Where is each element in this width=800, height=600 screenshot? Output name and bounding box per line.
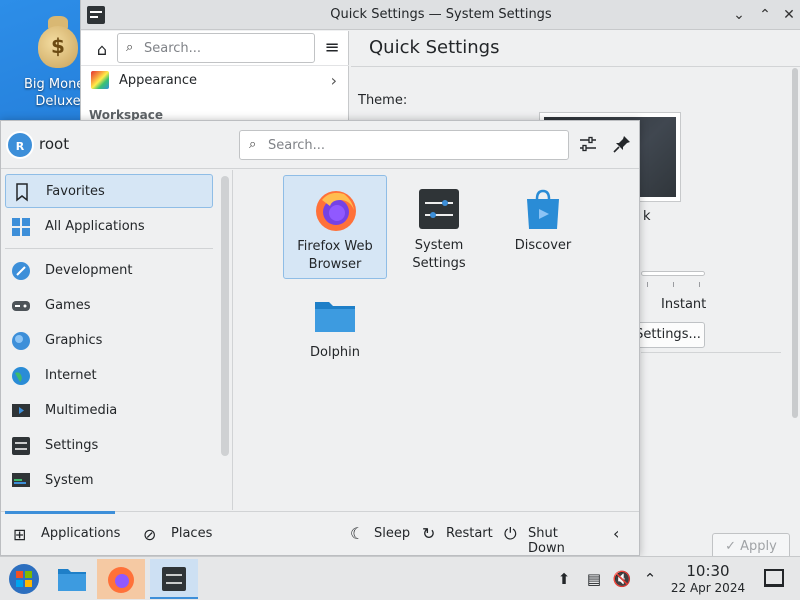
restart-button[interactable]: ↻ Restart (422, 512, 493, 556)
app-discover[interactable]: Discover (491, 175, 595, 279)
clock-time[interactable]: 10:30 (668, 562, 748, 580)
category-development[interactable]: Development (5, 254, 213, 288)
dolphin-folder-icon (315, 302, 355, 332)
taskbar-system-settings[interactable] (150, 559, 198, 599)
category-settings[interactable]: Settings (5, 429, 213, 463)
category-scrollbar[interactable] (221, 176, 229, 456)
chevron-left-circle-icon: ‹ (613, 524, 620, 543)
app-firefox[interactable]: Firefox Web Browser (283, 175, 387, 279)
settings-button[interactable]: Settings... (631, 322, 705, 348)
launcher-header: R root ⌕ (1, 121, 639, 169)
theme-name-label: k (643, 209, 651, 224)
bookmark-icon (16, 183, 28, 202)
more-options-button[interactable]: ‹ (613, 512, 633, 556)
sidebar-item-appearance[interactable]: Appearance › (81, 65, 349, 95)
app-system-settings[interactable]: System Settings (387, 175, 491, 279)
launcher-footer: ⊞ Applications ⊘ Places ☾ Sleep ↻ Restar… (1, 511, 639, 556)
discover-icon (527, 189, 559, 229)
start-orb-icon (9, 564, 39, 594)
system-icon (12, 473, 30, 487)
launcher-search-field[interactable]: ⌕ (239, 130, 569, 160)
taskbar: ⬆ ▤ 🔇 ⌃ 10:30 22 Apr 2024 (0, 556, 800, 600)
grid-icon (12, 218, 30, 236)
compass-icon: ⊘ (143, 525, 157, 544)
appearance-icon (91, 71, 109, 89)
search-icon: ⌕ (249, 137, 257, 152)
category-internet[interactable]: Internet (5, 359, 213, 393)
theme-label: Theme: (358, 93, 408, 108)
taskbar-firefox[interactable] (97, 559, 145, 599)
taskbar-dolphin[interactable] (48, 559, 96, 599)
globe-icon (12, 367, 30, 385)
clipboard-icon[interactable]: ▤ (584, 569, 604, 589)
settings-scrollbar[interactable] (789, 68, 800, 528)
maximize-icon[interactable]: ⌃ (755, 5, 775, 25)
updates-icon[interactable]: ⬆ (554, 569, 574, 589)
development-icon (12, 262, 30, 280)
application-launcher: R root ⌕ Favorites All Applications (0, 120, 640, 556)
system-settings-icon (162, 567, 186, 591)
pin-icon[interactable] (611, 133, 633, 155)
animation-speed-instant-label: Instant (661, 297, 707, 312)
folder-icon (58, 569, 86, 591)
volume-muted-icon[interactable]: 🔇 (612, 569, 632, 589)
favorites-grid: Firefox Web Browser System Settings Disc… (234, 170, 639, 510)
minimize-icon[interactable]: ⌄ (729, 5, 749, 25)
page-title: Quick Settings (369, 37, 500, 58)
category-multimedia[interactable]: Multimedia (5, 394, 213, 428)
launcher-search-input[interactable] (268, 135, 558, 155)
hamburger-menu-icon[interactable]: ≡ (321, 37, 343, 59)
tab-places[interactable]: ⊘ Places (135, 512, 215, 556)
sleep-icon: ☾ (350, 524, 365, 543)
system-settings-icon (419, 189, 459, 229)
category-all-applications[interactable]: All Applications (5, 210, 213, 244)
firefox-icon (108, 567, 134, 593)
tab-applications[interactable]: ⊞ Applications (5, 512, 120, 556)
search-icon: ⌕ (126, 40, 134, 55)
chevron-up-icon[interactable]: ⌃ (640, 569, 660, 589)
category-graphics[interactable]: Graphics (5, 324, 213, 358)
settings-search-input[interactable]: ⌕ Search... (117, 33, 315, 63)
applications-grid-icon: ⊞ (13, 525, 27, 544)
restart-icon: ↻ (422, 524, 436, 543)
gamepad-icon (12, 301, 30, 311)
graphics-icon (12, 332, 30, 350)
animation-speed-slider[interactable] (641, 271, 705, 276)
user-name: root (39, 135, 70, 153)
multimedia-icon (12, 404, 30, 417)
firefox-icon (316, 191, 356, 231)
category-games[interactable]: Games (5, 289, 213, 323)
category-list: Favorites All Applications Development G… (1, 170, 233, 510)
home-icon[interactable]: ⌂ (89, 37, 115, 63)
show-desktop-icon[interactable] (764, 569, 784, 587)
money-bag-icon: $ (34, 12, 82, 68)
window-titlebar[interactable]: Quick Settings — System Settings ⌄ ⌃ ✕ (81, 0, 800, 30)
settings-icon (12, 437, 30, 455)
app-dolphin[interactable]: Dolphin (283, 282, 387, 386)
start-menu-button[interactable] (0, 559, 48, 599)
shut-down-button[interactable]: ⏻ Shut Down (504, 512, 596, 556)
category-system[interactable]: System (5, 464, 213, 498)
filter-settings-icon[interactable] (577, 133, 599, 155)
power-icon: ⏻ (504, 524, 517, 543)
category-favorites[interactable]: Favorites (5, 174, 213, 208)
sleep-button[interactable]: ☾ Sleep (350, 512, 410, 556)
window-title: Quick Settings — System Settings (330, 7, 552, 22)
close-icon[interactable]: ✕ (779, 5, 799, 25)
avatar[interactable]: R (6, 131, 34, 159)
clock-date[interactable]: 22 Apr 2024 (662, 581, 754, 595)
chevron-right-icon: › (330, 71, 337, 90)
